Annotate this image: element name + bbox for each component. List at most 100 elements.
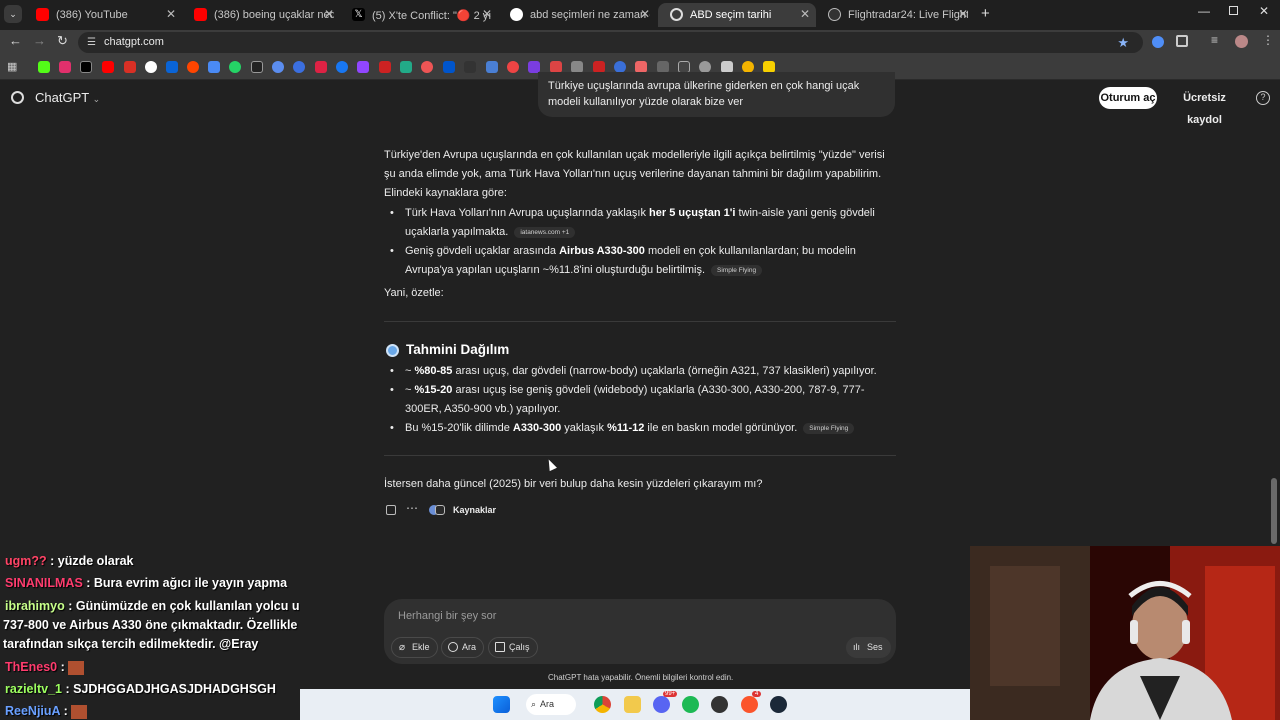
sources-button[interactable]: Kaynaklar [453, 505, 496, 515]
close-icon[interactable]: ✕ [958, 7, 968, 21]
bookmark-site-icon[interactable] [251, 61, 263, 73]
file-explorer-icon[interactable] [624, 696, 641, 713]
chat-text: Bura evrim ağıcı ile yayın yapma [93, 576, 288, 590]
x-icon: 𝕏 [352, 8, 365, 21]
tab-google-search[interactable]: abd seçimleri ne zaman - Goog ✕ [498, 3, 656, 27]
voice-button[interactable]: ılı Ses [846, 637, 891, 658]
study-button-label: Çalış [509, 642, 530, 652]
spotify-icon[interactable] [682, 696, 699, 713]
close-icon[interactable]: ✕ [166, 7, 176, 21]
bookmark-whatsapp-icon[interactable] [229, 61, 241, 73]
copy-icon[interactable] [386, 505, 396, 515]
restore-icon[interactable] [1229, 6, 1238, 15]
bookmark-site-icon[interactable] [272, 61, 284, 73]
obs-icon[interactable] [711, 696, 728, 713]
minimize-icon[interactable]: — [1198, 4, 1210, 18]
new-tab-button[interactable]: + [981, 5, 990, 22]
bookmark-outlook-icon[interactable] [166, 61, 178, 73]
tab-label: (386) boeing uçaklar neden arı [214, 9, 334, 21]
magnifier-emoji-icon [386, 344, 399, 357]
tab-flightradar[interactable]: Flightradar24: Live Flight Track ✕ [816, 3, 974, 27]
address-bar[interactable]: ☰ chatgpt.com ★ [78, 32, 1143, 53]
model-selector[interactable]: ChatGPT ⌄ [35, 90, 100, 105]
book-icon [495, 642, 505, 652]
browser-menu-icon[interactable]: ⋮ [1262, 33, 1274, 47]
distribution-list: ~ %80-85 arası uçuş, dar gövdeli (narrow… [384, 362, 896, 438]
site-info-icon[interactable]: ☰ [87, 32, 96, 53]
tab-youtube[interactable]: (386) YouTube ✕ [24, 3, 182, 27]
bookmark-site-icon[interactable] [315, 61, 327, 73]
media-icon[interactable]: ≡ [1211, 33, 1218, 47]
study-button[interactable]: Çalış [488, 637, 538, 658]
help-icon[interactable]: ? [1256, 91, 1270, 105]
google-icon [510, 8, 523, 21]
tab-youtube-boeing[interactable]: (386) boeing uçaklar neden arı ✕ [182, 3, 340, 27]
youtube-icon [36, 8, 49, 21]
brave-icon[interactable]: 4 [741, 691, 762, 713]
apps-grid-icon[interactable]: ▦ [7, 60, 17, 73]
chat-username: SINANILMAS [5, 576, 83, 590]
bookmark-translate-icon[interactable] [208, 61, 220, 73]
forward-icon[interactable]: → [33, 33, 46, 48]
bookmark-site-icon[interactable] [507, 61, 519, 73]
tab-label: ABD seçim tarihi [690, 9, 772, 21]
list-item-bold: %15-20 [414, 384, 453, 396]
chat-text: yüzde olarak [57, 554, 134, 568]
list-item: Türk Hava Yolları'nın Avrupa uçuşlarında… [384, 204, 896, 242]
citation-chip[interactable]: Simple Flying [711, 264, 763, 276]
close-icon[interactable]: ✕ [324, 7, 334, 21]
close-window-icon[interactable]: ✕ [1259, 4, 1269, 18]
bookmark-site-icon[interactable] [486, 61, 498, 73]
paperclip-icon: ⌀ [399, 642, 406, 653]
answer-followup-question: İstersen daha güncel (2025) bir veri bul… [384, 478, 763, 490]
bookmark-site-icon[interactable] [379, 61, 391, 73]
bookmark-star-icon[interactable]: ★ [1117, 32, 1129, 53]
bookmark-reddit-icon[interactable] [187, 61, 199, 73]
bookmark-kick-icon[interactable] [38, 61, 50, 73]
steam-icon[interactable] [770, 696, 787, 713]
citation-chip[interactable]: iatanews.com +1 [514, 226, 576, 238]
page-scrollbar[interactable] [1271, 478, 1277, 544]
bookmark-site-icon[interactable] [464, 61, 476, 73]
bookmark-site-icon[interactable] [421, 61, 433, 73]
bookmark-facebook-icon[interactable] [336, 61, 348, 73]
list-item-bold: %80-85 [414, 365, 453, 377]
citation-chip[interactable]: Simple Flying [803, 422, 855, 434]
close-icon[interactable]: ✕ [800, 7, 810, 21]
bookmark-x-icon[interactable] [80, 61, 92, 73]
windows-start-icon[interactable] [493, 696, 510, 713]
reload-icon[interactable]: ↻ [57, 33, 68, 49]
bookmark-gmail-icon[interactable] [124, 61, 136, 73]
signup-button[interactable]: Ücretsiz kaydol [1165, 87, 1244, 126]
more-options-icon[interactable]: ⋯ [406, 501, 418, 515]
extensions-puzzle-icon[interactable] [1176, 35, 1188, 47]
bookmark-site-icon[interactable] [293, 61, 305, 73]
voice-button-label: Ses [867, 642, 883, 652]
login-button[interactable]: Oturum aç [1099, 87, 1157, 109]
chrome-icon[interactable] [594, 696, 611, 713]
tab-x[interactable]: 𝕏 (5) X'te Conflict: "🔴 2 yıl 2 gün ✕ [340, 3, 498, 27]
close-icon[interactable]: ✕ [482, 7, 492, 21]
bookmark-youtube-icon[interactable] [102, 61, 114, 73]
user-message-bubble: Türkiye uçuşlarında avrupa ülkerine gide… [538, 72, 895, 117]
bookmark-twitch-icon[interactable] [357, 61, 369, 73]
discord-icon[interactable]: 99+ [653, 691, 678, 713]
bookmark-site-icon[interactable] [443, 61, 455, 73]
taskbar-search-box[interactable]: ⌕ Ara [526, 694, 576, 715]
tab-chatgpt[interactable]: ABD seçim tarihi ✕ [658, 3, 816, 27]
bookmark-site-icon[interactable] [400, 61, 412, 73]
answer-source-list: Türk Hava Yolları'nın Avrupa uçuşlarında… [384, 204, 896, 280]
profile-avatar[interactable] [1235, 35, 1248, 48]
bookmark-instagram-icon[interactable] [59, 61, 71, 73]
message-composer: Herhangi bir şey sor ⌀ Ekle Ara Çalış ıl… [384, 599, 896, 664]
bookmark-google-icon[interactable] [145, 61, 157, 73]
tab-search-button[interactable]: ⌄ [4, 5, 22, 23]
close-icon[interactable]: ✕ [640, 7, 650, 21]
tab-label: Flightradar24: Live Flight Track [848, 9, 968, 21]
extension-icon[interactable] [1152, 36, 1164, 48]
chat-message-continued: tarafından sıkça tercih edilmektedir. @E… [3, 637, 259, 651]
back-icon[interactable]: ← [9, 33, 22, 48]
search-button[interactable]: Ara [441, 637, 485, 658]
attach-button[interactable]: ⌀ Ekle [391, 637, 438, 658]
message-input[interactable]: Herhangi bir şey sor [398, 610, 496, 622]
